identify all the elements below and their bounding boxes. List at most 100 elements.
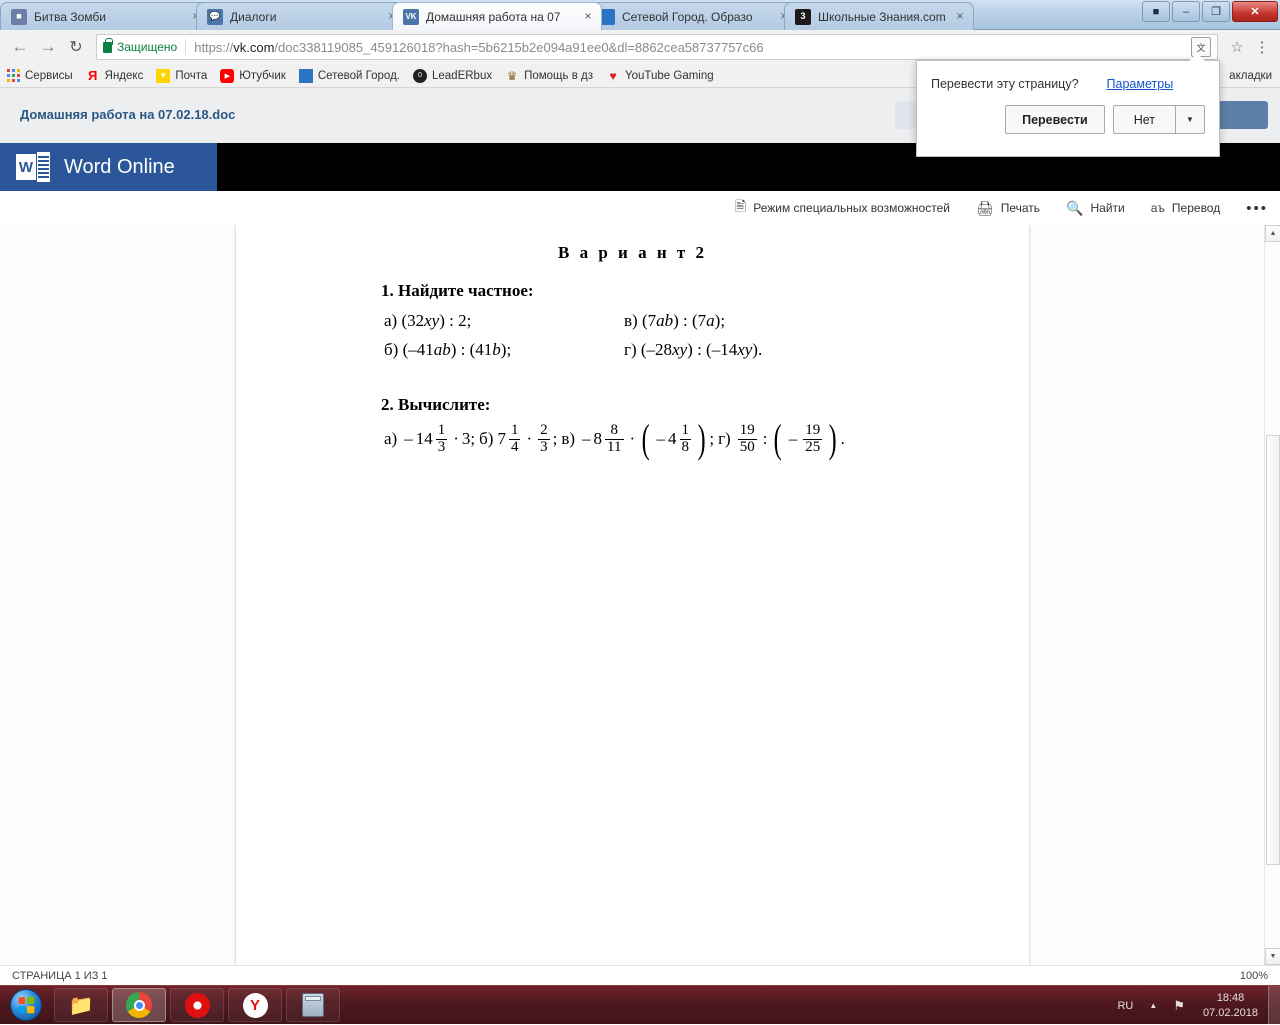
bookmark-item-mail[interactable]: ▼ Почта (156, 68, 208, 83)
translate-decline-button[interactable]: Нет (1112, 105, 1175, 134)
bookmark-item-youtube-gaming[interactable]: ♥ YouTube Gaming (606, 69, 714, 83)
tab-close-button[interactable]: × (581, 9, 595, 24)
expr-part: ). (752, 339, 763, 359)
back-icon[interactable]: ← (6, 33, 34, 61)
scroll-down-icon[interactable]: ▼ (1265, 948, 1280, 965)
show-desktop-button[interactable] (1268, 986, 1280, 1025)
zoom-level-label[interactable]: 100% (1240, 970, 1268, 982)
document-scrollbar[interactable]: ▲ ▼ (1264, 225, 1280, 965)
taskbar-item-yandex-browser[interactable]: Y (228, 988, 282, 1022)
lock-icon (103, 37, 113, 53)
numerator: 1 (510, 421, 519, 438)
expr-variable: xy (424, 311, 440, 330)
numerator: 1 (437, 421, 446, 438)
scrollbar-thumb[interactable] (1266, 435, 1280, 865)
sign: – (404, 429, 413, 449)
translate-popup: Перевести эту страницу? Параметры Переве… (916, 53, 1220, 157)
expr-part: (7 (641, 311, 657, 330)
windows-taskbar: 📁 Y RU ▲ ⚑ 18:48 07.02.2018 (0, 985, 1280, 1025)
bookmark-label: LeadERbux (431, 69, 493, 82)
address-bar[interactable]: Защищено https://vk.com/doc338119085_459… (96, 34, 1218, 60)
trophy-icon: ♛ (506, 68, 518, 83)
denominator: 3 (538, 438, 550, 455)
fraction: 19 50 (737, 422, 757, 456)
denominator: 3 (435, 438, 448, 455)
maximize-button[interactable]: ❐ (1202, 1, 1230, 22)
taskbar-item-opera[interactable] (170, 988, 224, 1022)
close-window-button[interactable]: ✕ (1232, 1, 1278, 22)
document-content: В а р и а н т 2 1. Найдите частное: а) (… (236, 225, 1029, 462)
task-1-item-g: г) (–28xy) : (–14xy). (624, 336, 864, 365)
item-label: в) (624, 311, 638, 330)
language-indicator[interactable]: RU (1109, 1000, 1141, 1012)
word-online-brand[interactable]: W Word Online (0, 143, 217, 191)
show-hidden-icons-icon[interactable]: ▲ (1141, 1001, 1165, 1010)
translate-button[interactable]: aъ Перевод (1151, 201, 1221, 215)
bookmark-item-leaderbux[interactable]: 0 LeadERbux (412, 68, 493, 83)
bookmark-item-youtube[interactable]: ▶ Ютубчик (220, 68, 286, 83)
translate-confirm-button[interactable]: Перевести (1005, 105, 1105, 134)
tab-title: Битва Зомби (34, 9, 106, 24)
tab-title: Школьные Знания.com (818, 9, 946, 24)
more-icon: ••• (1246, 199, 1268, 217)
find-button[interactable]: 🔍 Найти (1066, 200, 1125, 217)
tab-title: Домашняя работа на 07 (426, 9, 561, 24)
minimize-button[interactable]: – (1172, 1, 1200, 22)
more-options-button[interactable]: ••• (1246, 200, 1268, 217)
sign: – (582, 429, 591, 449)
open-paren: ( (641, 416, 650, 462)
bookmark-item-apps[interactable]: Сервисы (6, 69, 73, 83)
taskbar-item-explorer[interactable]: 📁 (54, 988, 108, 1022)
task-2-item-a: а) –14 1 3 · 3; (384, 421, 476, 456)
fraction: 19 25 (803, 422, 823, 456)
bookmark-label: Сетевой Город. (317, 69, 400, 82)
word-status-bar: СТРАНИЦА 1 ИЗ 1 100% (0, 965, 1280, 985)
whole-number: 8 (593, 429, 603, 449)
reload-icon[interactable]: ↻ (62, 33, 90, 61)
toolbar-label: Найти (1090, 201, 1125, 215)
browser-tab-3-active[interactable]: VK Домашняя работа на 07 × (392, 2, 602, 30)
word-logo-letter: W (16, 154, 36, 180)
sign: – (788, 429, 798, 449)
translate-options-link[interactable]: Параметры (1107, 77, 1174, 91)
apps-grid-icon (6, 69, 20, 83)
accessibility-mode-button[interactable]: 🖹 Режим специальных возможностей (735, 196, 950, 220)
terminator: ; (470, 429, 476, 449)
bookmark-label: Помощь в дз (524, 69, 593, 82)
tab-close-button[interactable]: × (953, 9, 967, 24)
bookmark-label: YouTube Gaming (625, 69, 714, 82)
browser-tab-5[interactable]: 3 Школьные Знания.com × (784, 2, 974, 30)
user-profile-button[interactable]: ■ (1142, 1, 1170, 22)
taskbar-item-chrome[interactable] (112, 988, 166, 1022)
system-tray: RU ▲ ⚑ 18:48 07.02.2018 (1109, 986, 1280, 1025)
bookmark-label: Почта (175, 69, 208, 82)
toolbar-label: Режим специальных возможностей (753, 201, 950, 215)
print-button[interactable]: 🖨 Печать (976, 200, 1040, 217)
denominator: 25 (803, 438, 823, 455)
bookmark-item-yandex[interactable]: Я Яндекс (86, 68, 143, 83)
bookmark-label: Ютубчик (239, 69, 286, 82)
task-2-item-v: в) –8 8 11 · ( –4 1 8 ) ; (561, 416, 714, 462)
chrome-icon (126, 992, 152, 1018)
bookmark-star-icon[interactable]: ☆ (1224, 38, 1250, 56)
other-bookmarks-button[interactable]: акладки (1229, 64, 1280, 88)
chevron-down-icon[interactable]: ▼ (1175, 105, 1205, 134)
browser-tab-4[interactable]: Сетевой Город. Образо × (588, 2, 798, 30)
chrome-menu-icon[interactable]: ⋮ (1250, 38, 1274, 56)
url-host: vk.com (233, 39, 275, 55)
taskbar-item-calculator[interactable] (286, 988, 340, 1022)
youtube-icon: ▶ (220, 68, 235, 83)
browser-tab-1[interactable]: ■ Битва Зомби × (0, 2, 210, 30)
task-2-item-g: г) 19 50 : ( – 19 25 ) . (718, 416, 845, 462)
scroll-up-icon[interactable]: ▲ (1265, 225, 1280, 242)
security-indicator[interactable]: Защищено (103, 37, 177, 54)
tray-clock[interactable]: 18:48 07.02.2018 (1193, 991, 1268, 1021)
tab-title: Диалоги (230, 9, 277, 24)
bookmark-item-homework-help[interactable]: ♛ Помощь в дз (505, 69, 593, 83)
browser-tab-2[interactable]: 💬 Диалоги × (196, 2, 406, 30)
close-paren: ) (828, 416, 837, 462)
flag-icon[interactable]: ⚑ (1165, 998, 1193, 1014)
bookmark-item-netcity[interactable]: Сетевой Город. (298, 68, 400, 83)
forward-icon[interactable]: → (34, 33, 62, 61)
start-button[interactable] (2, 987, 50, 1023)
